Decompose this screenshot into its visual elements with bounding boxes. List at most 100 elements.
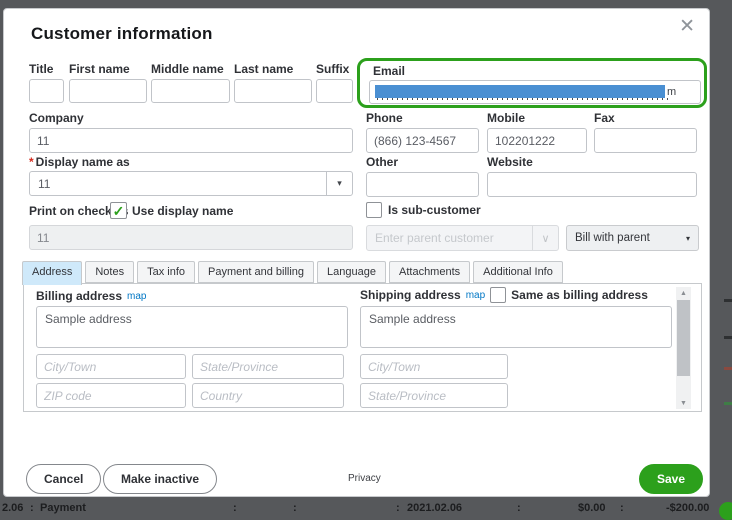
mobile-input[interactable] (487, 128, 587, 153)
first-name-label: First name (69, 62, 147, 76)
scroll-down-icon[interactable]: ▼ (676, 397, 691, 409)
email-label: Email (373, 64, 405, 78)
fax-input[interactable] (594, 128, 697, 153)
billing-address-label: Billing address (36, 289, 122, 303)
last-name-label: Last name (234, 62, 312, 76)
scroll-up-icon[interactable]: ▲ (676, 287, 691, 299)
billing-country-input[interactable] (192, 383, 344, 408)
tab-notes[interactable]: Notes (85, 261, 134, 283)
parent-customer-dropdown: Enter parent customer ∨ (366, 225, 559, 251)
is-sub-customer-checkbox[interactable] (366, 202, 382, 218)
tab-address[interactable]: Address (22, 261, 82, 285)
shipping-state-input[interactable] (360, 383, 508, 408)
background-button-fragment (719, 502, 732, 520)
company-input[interactable] (29, 128, 353, 153)
tab-tax-info[interactable]: Tax info (137, 261, 195, 283)
display-name-label: *Display name as (29, 155, 130, 169)
scrollbar-thumb[interactable] (677, 300, 690, 376)
bg-cell-amount: $0.00 (578, 502, 606, 514)
tab-attachments[interactable]: Attachments (389, 261, 470, 283)
combo-chevron-icon: ∨ (532, 226, 558, 250)
shipping-address-header: Shipping address map Same as billing add… (360, 287, 648, 303)
phone-field-group: Phone (366, 111, 479, 153)
billing-state-input[interactable] (192, 354, 344, 379)
website-field-group: Website (487, 155, 697, 197)
check-icon: ✓ (113, 204, 125, 218)
other-label: Other (366, 155, 479, 169)
cancel-button[interactable]: Cancel (26, 464, 101, 494)
phone-input[interactable] (366, 128, 479, 153)
print-on-check-input (29, 225, 353, 250)
title-label: Title (29, 62, 64, 76)
panel-scrollbar[interactable]: ▲ ▼ (676, 287, 691, 409)
make-inactive-button[interactable]: Make inactive (103, 464, 217, 494)
email-highlight-box: Email m (357, 58, 707, 108)
mobile-field-group: Mobile (487, 111, 587, 153)
first-name-field-group: First name (69, 62, 147, 103)
same-as-billing-checkbox[interactable] (490, 287, 506, 303)
tab-payment-and-billing[interactable]: Payment and billing (198, 261, 314, 283)
bg-separator: : (620, 502, 624, 514)
email-input[interactable]: m (369, 80, 701, 104)
chevron-down-icon: ▾ (678, 226, 698, 250)
screen: 2.06 : Payment : : : 2021.02.06 : $0.00 … (0, 0, 732, 520)
first-name-input[interactable] (69, 79, 147, 103)
bg-separator: : (517, 502, 521, 514)
billing-zip-input[interactable] (36, 383, 186, 408)
title-input[interactable] (29, 79, 64, 103)
bg-cell: 2.06 (2, 502, 23, 514)
fax-field-group: Fax (594, 111, 697, 153)
bg-cell: Payment (40, 502, 86, 514)
chevron-down-icon: ▾ (326, 172, 352, 195)
close-icon[interactable]: ✕ (675, 13, 699, 40)
detail-tabs: Address Notes Tax info Payment and billi… (22, 261, 563, 285)
bill-with-parent-dropdown[interactable]: Bill with parent ▾ (566, 225, 699, 251)
shipping-zip-input-clipped[interactable] (360, 411, 508, 412)
billing-map-link[interactable]: map (127, 291, 146, 302)
bg-cell-amount: -$200.00 (666, 502, 709, 514)
bg-separator: : (233, 502, 237, 514)
shipping-map-link[interactable]: map (466, 290, 485, 301)
website-input[interactable] (487, 172, 697, 197)
suffix-input[interactable] (316, 79, 353, 103)
suffix-label: Suffix (316, 62, 353, 76)
background-table-row: 2.06 : Payment : : : 2021.02.06 : $0.00 … (0, 500, 732, 520)
shipping-city-input[interactable] (360, 354, 508, 379)
display-name-dropdown[interactable]: 11 ▾ (29, 171, 353, 196)
billing-address-textarea[interactable]: Sample address (36, 306, 348, 348)
billing-city-input[interactable] (36, 354, 186, 379)
middle-name-input[interactable] (151, 79, 230, 103)
bg-cell-date: 2021.02.06 (407, 502, 462, 514)
title-field-group: Title (29, 62, 64, 103)
email-text-descenders (377, 98, 669, 100)
bg-separator: : (30, 502, 34, 514)
other-field-group: Other (366, 155, 479, 197)
parent-customer-placeholder: Enter parent customer (367, 226, 532, 250)
last-name-field-group: Last name (234, 62, 312, 103)
mobile-label: Mobile (487, 111, 587, 125)
customer-information-dialog: Customer information ✕ Title First name … (3, 8, 710, 497)
bg-separator: : (293, 502, 297, 514)
shipping-address-label: Shipping address (360, 288, 461, 302)
other-input[interactable] (366, 172, 479, 197)
middle-name-label: Middle name (151, 62, 230, 76)
address-tab-panel: Billing address map Sample address Shipp… (23, 283, 702, 412)
background-fragment (724, 299, 732, 302)
save-button[interactable]: Save (639, 464, 703, 494)
privacy-link[interactable]: Privacy (348, 473, 381, 484)
shipping-address-textarea[interactable]: Sample address (360, 306, 672, 348)
bill-with-parent-value: Bill with parent (567, 226, 678, 250)
use-display-name-checkbox[interactable]: ✓ (110, 202, 127, 219)
last-name-input[interactable] (234, 79, 312, 103)
bg-separator: : (396, 502, 400, 514)
background-fragment (724, 336, 732, 339)
dialog-title: Customer information (31, 24, 213, 44)
fax-label: Fax (594, 111, 697, 125)
email-text-selection (375, 85, 665, 98)
tab-additional-info[interactable]: Additional Info (473, 261, 563, 283)
is-sub-customer-label: Is sub-customer (388, 203, 481, 217)
company-field-group: Company (29, 111, 353, 153)
background-fragment (724, 367, 732, 370)
tab-language[interactable]: Language (317, 261, 386, 283)
company-label: Company (29, 111, 353, 125)
